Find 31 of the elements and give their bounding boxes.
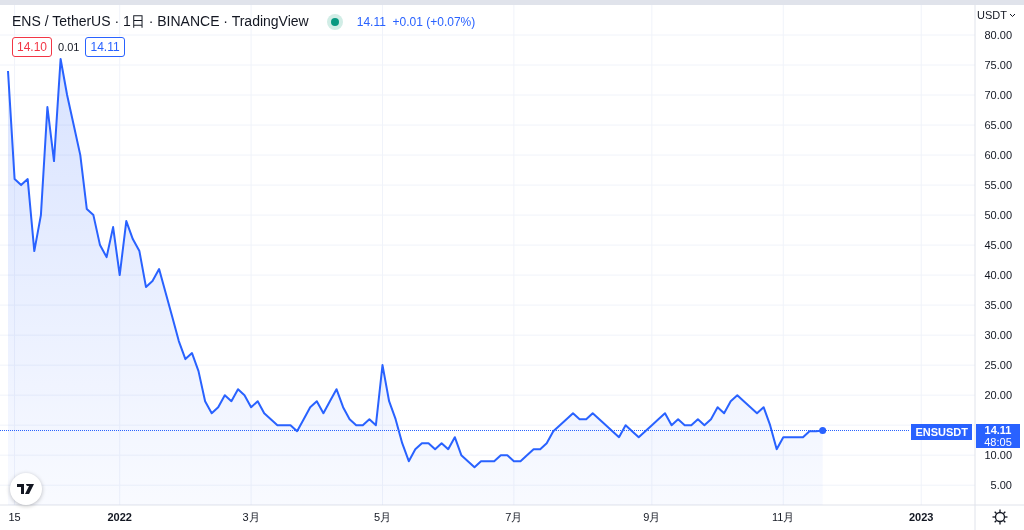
ask-price[interactable]: 14.11 xyxy=(85,37,125,57)
bid-price[interactable]: 14.10 xyxy=(12,37,53,57)
last-price-label: 14.11 48:05 xyxy=(976,423,1020,448)
y-axis-label: 30.00 xyxy=(984,329,1012,342)
y-axis-label: 40.00 xyxy=(984,269,1012,282)
y-axis-label: 45.00 xyxy=(984,239,1012,252)
price-change: 14.11 +0.01 (+0.07%) xyxy=(356,15,476,29)
y-axis-label: 35.00 xyxy=(984,299,1012,312)
x-axis-label: 2023 xyxy=(909,511,934,523)
x-axis-label: 15 xyxy=(8,511,21,523)
y-axis-label: 60.00 xyxy=(984,149,1012,162)
y-axis-label: 65.00 xyxy=(984,119,1012,132)
y-axis-label: 50.00 xyxy=(984,209,1012,222)
symbol-label: ENSUSDT xyxy=(911,423,972,440)
y-axis-label: 10.00 xyxy=(984,449,1012,462)
symbol-title: ENS / TetherUS · 1日 · BINANCE · TradingView xyxy=(12,13,309,31)
x-axis-label: 2022 xyxy=(107,511,132,523)
y-axis-label: 25.00 xyxy=(984,359,1012,372)
y-axis-label: 75.00 xyxy=(984,59,1012,71)
x-axis-label: 9月 xyxy=(643,511,661,523)
currency-dropdown[interactable]: USDT xyxy=(977,9,1016,21)
y-axis-label: 5.00 xyxy=(990,479,1012,492)
y-axis-label: 70.00 xyxy=(984,89,1012,102)
x-axis-label: 7月 xyxy=(505,511,523,523)
x-axis-label: 5月 xyxy=(373,511,392,523)
y-axis-label: 55.00 xyxy=(984,179,1012,192)
y-axis-label: 20.00 xyxy=(984,389,1012,402)
x-axis-label: 11月 xyxy=(772,511,795,523)
spread-value: 0.01 xyxy=(58,41,80,53)
y-axis-label: 80.00 xyxy=(984,29,1012,41)
x-axis-label: 3月 xyxy=(242,511,260,523)
